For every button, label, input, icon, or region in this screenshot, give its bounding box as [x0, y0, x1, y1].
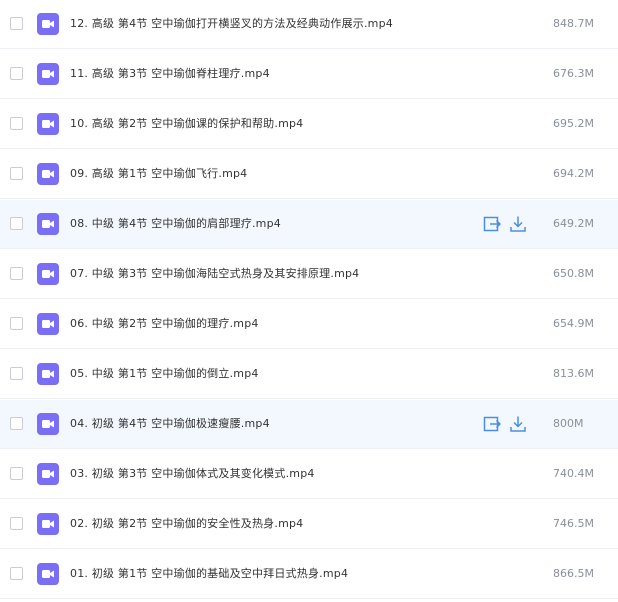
row-checkbox[interactable]: [10, 467, 23, 480]
file-row[interactable]: 11. 高级 第3节 空中瑜伽脊柱理疗.mp4 676.3M: [0, 50, 618, 99]
file-row[interactable]: 12. 高级 第4节 空中瑜伽打开横竖叉的方法及经典动作展示.mp4 848.7…: [0, 0, 618, 49]
file-size: 848.7M: [553, 17, 594, 30]
video-file-icon: [37, 363, 59, 385]
file-name[interactable]: 09. 高级 第1节 空中瑜伽飞行.mp4: [70, 166, 247, 182]
file-name[interactable]: 12. 高级 第4节 空中瑜伽打开横竖叉的方法及经典动作展示.mp4: [70, 16, 393, 32]
file-size: 676.3M: [553, 67, 594, 80]
file-size: 695.2M: [553, 117, 594, 130]
video-file-icon: [37, 413, 59, 435]
file-row[interactable]: 05. 中级 第1节 空中瑜伽的倒立.mp4 813.6M: [0, 350, 618, 399]
file-size: 694.2M: [553, 167, 594, 180]
video-file-icon: [37, 513, 59, 535]
file-name[interactable]: 05. 中级 第1节 空中瑜伽的倒立.mp4: [70, 366, 259, 382]
file-row[interactable]: 04. 初级 第4节 空中瑜伽极速瘦腰.mp4 800M: [0, 400, 618, 449]
row-checkbox[interactable]: [10, 67, 23, 80]
file-row[interactable]: 10. 高级 第2节 空中瑜伽课的保护和帮助.mp4 695.2M: [0, 100, 618, 149]
file-size: 654.9M: [553, 317, 594, 330]
file-name[interactable]: 06. 中级 第2节 空中瑜伽的理疗.mp4: [70, 316, 259, 332]
video-file-icon: [37, 113, 59, 135]
file-list: 12. 高级 第4节 空中瑜伽打开横竖叉的方法及经典动作展示.mp4 848.7…: [0, 0, 618, 602]
file-row[interactable]: 03. 初级 第3节 空中瑜伽体式及其变化模式.mp4 740.4M: [0, 450, 618, 499]
file-name[interactable]: 07. 中级 第3节 空中瑜伽海陆空式热身及其安排原理.mp4: [70, 266, 359, 282]
file-size: 800M: [553, 417, 584, 430]
row-checkbox[interactable]: [10, 567, 23, 580]
share-icon[interactable]: [483, 215, 501, 233]
file-name[interactable]: 04. 初级 第4节 空中瑜伽极速瘦腰.mp4: [70, 416, 270, 432]
file-size: 650.8M: [553, 267, 594, 280]
file-row[interactable]: 09. 高级 第1节 空中瑜伽飞行.mp4 694.2M: [0, 150, 618, 199]
file-row[interactable]: 07. 中级 第3节 空中瑜伽海陆空式热身及其安排原理.mp4 650.8M: [0, 250, 618, 299]
row-checkbox[interactable]: [10, 167, 23, 180]
video-file-icon: [37, 563, 59, 585]
file-size: 746.5M: [553, 517, 594, 530]
video-file-icon: [37, 163, 59, 185]
row-checkbox[interactable]: [10, 367, 23, 380]
row-checkbox[interactable]: [10, 517, 23, 530]
row-checkbox[interactable]: [10, 17, 23, 30]
share-icon[interactable]: [483, 415, 501, 433]
file-size: 866.5M: [553, 567, 594, 580]
file-size: 813.6M: [553, 367, 594, 380]
file-name[interactable]: 03. 初级 第3节 空中瑜伽体式及其变化模式.mp4: [70, 466, 315, 482]
video-file-icon: [37, 213, 59, 235]
file-row[interactable]: 08. 中级 第4节 空中瑜伽的肩部理疗.mp4 649.2M: [0, 200, 618, 249]
file-name[interactable]: 01. 初级 第1节 空中瑜伽的基础及空中拜日式热身.mp4: [70, 566, 348, 582]
file-name[interactable]: 11. 高级 第3节 空中瑜伽脊柱理疗.mp4: [70, 66, 270, 82]
row-checkbox[interactable]: [10, 117, 23, 130]
file-row[interactable]: 02. 初级 第2节 空中瑜伽的安全性及热身.mp4 746.5M: [0, 500, 618, 549]
file-name[interactable]: 08. 中级 第4节 空中瑜伽的肩部理疗.mp4: [70, 216, 281, 232]
file-row[interactable]: 06. 中级 第2节 空中瑜伽的理疗.mp4 654.9M: [0, 300, 618, 349]
video-file-icon: [37, 463, 59, 485]
download-icon[interactable]: [509, 415, 527, 433]
file-size: 740.4M: [553, 467, 594, 480]
file-row[interactable]: 01. 初级 第1节 空中瑜伽的基础及空中拜日式热身.mp4 866.5M: [0, 550, 618, 599]
row-checkbox[interactable]: [10, 267, 23, 280]
video-file-icon: [37, 263, 59, 285]
video-file-icon: [37, 13, 59, 35]
download-icon[interactable]: [509, 215, 527, 233]
file-name[interactable]: 10. 高级 第2节 空中瑜伽课的保护和帮助.mp4: [70, 116, 303, 132]
row-checkbox[interactable]: [10, 317, 23, 330]
video-file-icon: [37, 63, 59, 85]
video-file-icon: [37, 313, 59, 335]
file-name[interactable]: 02. 初级 第2节 空中瑜伽的安全性及热身.mp4: [70, 516, 303, 532]
row-checkbox[interactable]: [10, 417, 23, 430]
row-checkbox[interactable]: [10, 217, 23, 230]
file-size: 649.2M: [553, 217, 594, 230]
